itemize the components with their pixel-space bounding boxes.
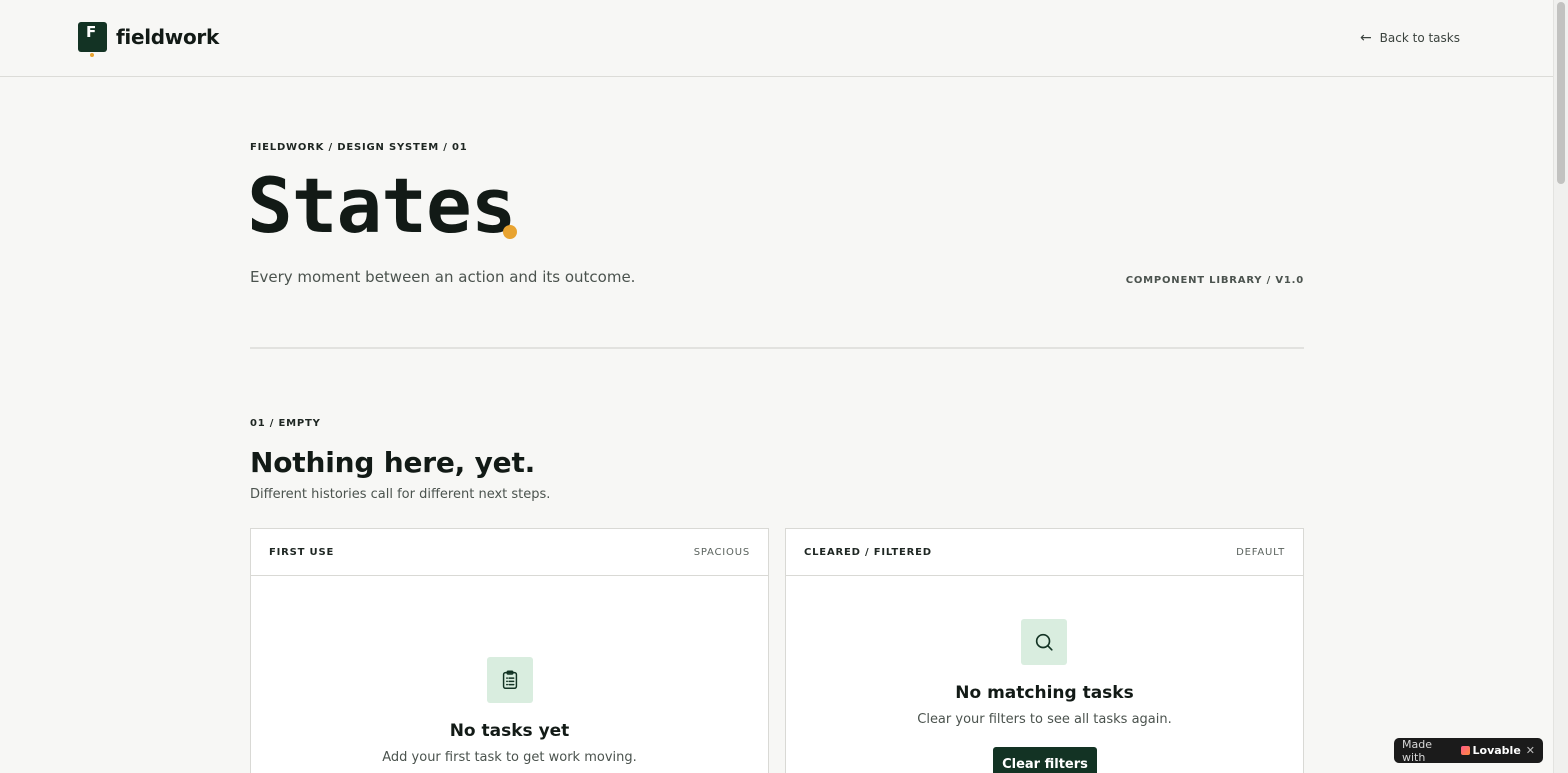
card-name: FIRST USE	[269, 546, 335, 558]
section-divider	[250, 347, 1304, 349]
page-title: States	[247, 161, 517, 250]
empty-state-subtitle: Clear your filters to see all tasks agai…	[917, 712, 1172, 727]
made-with-label: Made with	[1402, 737, 1432, 764]
made-with-lovable-badge[interactable]: Made with Lovable ✕	[1394, 737, 1543, 764]
page-subtitle: Every moment between an action and its o…	[250, 268, 636, 286]
empty-state-subtitle: Add your first task to get work moving.	[382, 750, 637, 765]
first-use-card: FIRST USE SPACIOUS No tasks yet Add your…	[250, 528, 769, 773]
card-variant: SPACIOUS	[693, 546, 750, 558]
page-scrollbar[interactable]	[1553, 0, 1568, 773]
section-subtitle: Different histories call for different n…	[250, 487, 551, 502]
library-version-tag: COMPONENT LIBRARY / V1.0	[1125, 275, 1304, 286]
back-to-tasks-link[interactable]: ← Back to tasks	[1360, 30, 1460, 46]
card-variant: DEFAULT	[1236, 546, 1285, 558]
back-to-tasks-label: Back to tasks	[1379, 31, 1460, 45]
logo-mark-icon: F	[78, 22, 107, 57]
cleared-filtered-card: CLEARED / FILTERED DEFAULT No matching t…	[785, 528, 1304, 773]
card-name: CLEARED / FILTERED	[804, 546, 932, 558]
lovable-brand-label: Lovable	[1472, 744, 1521, 757]
section-eyebrow: 01 / EMPTY	[250, 418, 321, 429]
lovable-brand: Lovable	[1460, 744, 1521, 757]
section-title: Nothing here, yet.	[250, 446, 536, 479]
breadcrumb: FIELDWORK / DESIGN SYSTEM / 01	[250, 142, 468, 153]
empty-state-title: No matching tasks	[955, 683, 1134, 703]
search-icon	[1021, 619, 1067, 665]
fieldwork-logo[interactable]: F fieldwork	[78, 22, 219, 57]
clear-filters-button[interactable]: Clear filters	[993, 747, 1097, 773]
scrollbar-thumb[interactable]	[1557, 2, 1565, 184]
empty-state-title: No tasks yet	[449, 721, 570, 741]
arrow-left-icon: ←	[1359, 30, 1372, 46]
top-navigation-bar: F fieldwork ← Back to tasks	[0, 0, 1553, 77]
close-icon[interactable]: ✕	[1526, 744, 1535, 757]
logo-text: fieldwork	[116, 25, 219, 49]
card-header: FIRST USE SPACIOUS	[251, 529, 768, 576]
card-header: CLEARED / FILTERED DEFAULT	[786, 529, 1303, 576]
lovable-logo-icon	[1460, 746, 1470, 755]
title-accent-dot	[503, 225, 517, 239]
clipboard-icon	[487, 657, 533, 703]
